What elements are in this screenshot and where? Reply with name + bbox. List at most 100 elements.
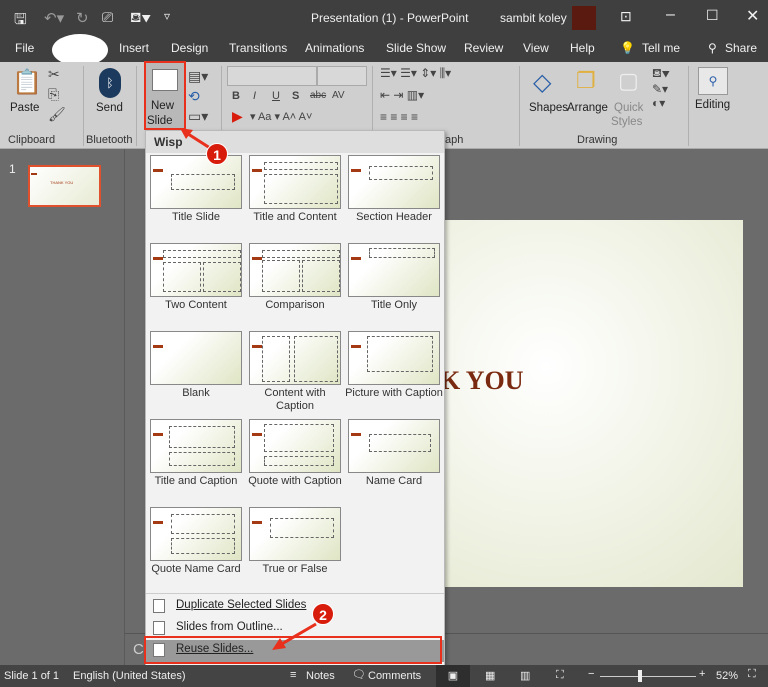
layout-label: Content with Caption [264, 387, 326, 412]
font-size-icons[interactable]: ▾ Aa ▾ A˄ A˅ [250, 110, 312, 123]
layout-option[interactable]: Two Content [146, 243, 246, 312]
maximize-icon[interactable]: ☐ [706, 7, 719, 24]
font-size-select[interactable] [317, 66, 367, 86]
redo-icon[interactable]: ↻ [76, 9, 89, 27]
slideshow-icon[interactable]: ⛶ [556, 669, 564, 682]
italic-button[interactable]: I [253, 90, 256, 102]
quick-styles-button[interactable]: Quick [614, 102, 643, 114]
undo-icon[interactable]: ↶▾ [44, 9, 64, 27]
fill-icon[interactable]: ⛾▾ [130, 9, 151, 28]
layout-option[interactable]: Section Header [344, 155, 444, 224]
format-painter-icon[interactable]: 🖌 [48, 106, 66, 123]
tab-view[interactable]: View [523, 41, 549, 55]
layout-option[interactable]: Title Slide [146, 155, 246, 224]
tab-help[interactable]: Help [570, 41, 595, 55]
layout-option[interactable]: Content with Caption [245, 331, 345, 413]
tab-animations[interactable]: Animations [305, 41, 364, 55]
layout-option[interactable]: Name Card [344, 419, 444, 488]
reset-icon[interactable]: ⟲ [188, 88, 200, 105]
tab-review[interactable]: Review [464, 41, 503, 55]
indent-icons[interactable]: ⇤ ⇥ ▥▾ [380, 88, 424, 102]
zoom-slider-thumb[interactable] [638, 670, 643, 682]
duplicate-slides-item[interactable]: Duplicate Selected Slides [146, 596, 444, 618]
copy-icon[interactable]: ⎘ [48, 86, 59, 103]
layout-preview [150, 155, 242, 209]
layout-preview [249, 507, 341, 561]
person-icon: ⚲ [708, 41, 717, 55]
notes-button[interactable]: Notes [306, 670, 335, 682]
quick-styles-icon[interactable]: ▢ [618, 68, 639, 94]
outline-icon [153, 621, 165, 635]
shape-format-icons[interactable]: ⛾▾ ✎▾ ◐▾ [652, 66, 670, 110]
share-button[interactable]: Share [725, 41, 757, 55]
fit-to-window-icon[interactable]: ⛶ [748, 668, 756, 681]
ribbon-display-icon[interactable]: ⊡ [620, 8, 632, 25]
tab-insert[interactable]: Insert [119, 41, 149, 55]
layout-label: Blank [182, 387, 210, 399]
language-status[interactable]: English (United States) [73, 670, 186, 682]
ribbon-tabs: File Insert Design Transitions Animation… [0, 34, 768, 66]
avatar[interactable] [572, 6, 596, 30]
status-bar: Slide 1 of 1 English (United States) ≡ N… [0, 665, 768, 687]
layout-option[interactable]: Title Only [344, 243, 444, 312]
comments-button[interactable]: Comments [368, 670, 421, 682]
font-color-icon[interactable]: ▶ [232, 108, 243, 125]
layout-preview [150, 331, 242, 385]
layout-option[interactable]: True or False [245, 507, 345, 576]
layout-option[interactable]: Comparison [245, 243, 345, 312]
bold-button[interactable]: B [232, 90, 240, 102]
customize-qat-icon[interactable]: ▿ [164, 9, 170, 23]
minimize-icon[interactable]: – [666, 6, 675, 24]
layout-option[interactable]: Title and Content [245, 155, 345, 224]
cut-icon[interactable]: ✂ [48, 66, 60, 83]
layout-label: Title Only [370, 299, 418, 311]
paragraph-icons[interactable]: ☰▾ ☰▾ ⇕▾ ⫼▾ [380, 66, 451, 81]
paste-button[interactable]: Paste [10, 102, 39, 114]
normal-view-icon[interactable]: ▣ [436, 665, 470, 687]
zoom-in-button[interactable]: + [699, 668, 705, 680]
layout-label: Title and Caption [154, 475, 238, 487]
paste-icon[interactable]: 📋 [12, 68, 42, 97]
tab-file[interactable]: File [15, 41, 34, 55]
layout-option[interactable]: Quote with Caption [245, 419, 345, 488]
reading-view-icon[interactable]: ▥ [520, 669, 530, 682]
bluetooth-icon[interactable]: ᛒ [99, 68, 121, 98]
send-button[interactable]: Send [96, 102, 123, 114]
slide-title-text[interactable]: K YOU [440, 366, 524, 396]
zoom-slider[interactable] [600, 676, 696, 677]
layout-option[interactable]: Picture with Caption [344, 331, 444, 400]
user-name[interactable]: sambit koley [500, 11, 567, 25]
layout-option[interactable]: Quote Name Card [146, 507, 246, 576]
layout-preview [348, 155, 440, 209]
search-icon[interactable]: ⚲ [698, 67, 728, 95]
save-icon[interactable]: 🖫 [14, 9, 27, 34]
editing-button[interactable]: Editing [695, 99, 730, 111]
shadow-button[interactable]: S [292, 90, 299, 102]
tab-slide-show[interactable]: Slide Show [386, 41, 446, 55]
shapes-button[interactable]: Shapes [529, 102, 568, 114]
tell-me-search[interactable]: Tell me [642, 41, 680, 55]
present-icon[interactable]: ⎚ [102, 9, 113, 26]
font-name-select[interactable] [227, 66, 317, 86]
slide-sorter-icon[interactable]: ▦ [485, 669, 495, 682]
slide-thumbnail[interactable]: THANK YOU [28, 165, 101, 207]
layout-option[interactable]: Blank [146, 331, 246, 400]
slide-counter: Slide 1 of 1 [4, 670, 60, 682]
tab-design[interactable]: Design [171, 41, 208, 55]
align-icons[interactable]: ≡ ≡ ≡ ≡ [380, 110, 418, 124]
tab-transitions[interactable]: Transitions [229, 41, 287, 55]
close-icon[interactable]: ✕ [746, 6, 759, 26]
section-icon[interactable]: ▭▾ [188, 108, 208, 125]
strikethrough-button[interactable]: abc [310, 90, 326, 101]
layout-option[interactable]: Title and Caption [146, 419, 246, 488]
underline-button[interactable]: U [272, 90, 280, 102]
zoom-out-button[interactable]: − [588, 668, 594, 680]
shapes-icon[interactable]: ◇ [533, 68, 551, 97]
slide-canvas[interactable] [415, 220, 743, 587]
zoom-level[interactable]: 52% [716, 670, 738, 682]
layout-preview [348, 331, 440, 385]
char-spacing-button[interactable]: AV [332, 90, 345, 101]
layout-icon[interactable]: ▤▾ [188, 68, 208, 85]
arrange-icon[interactable]: ❐ [576, 68, 596, 94]
arrange-button[interactable]: Arrange [567, 102, 608, 114]
